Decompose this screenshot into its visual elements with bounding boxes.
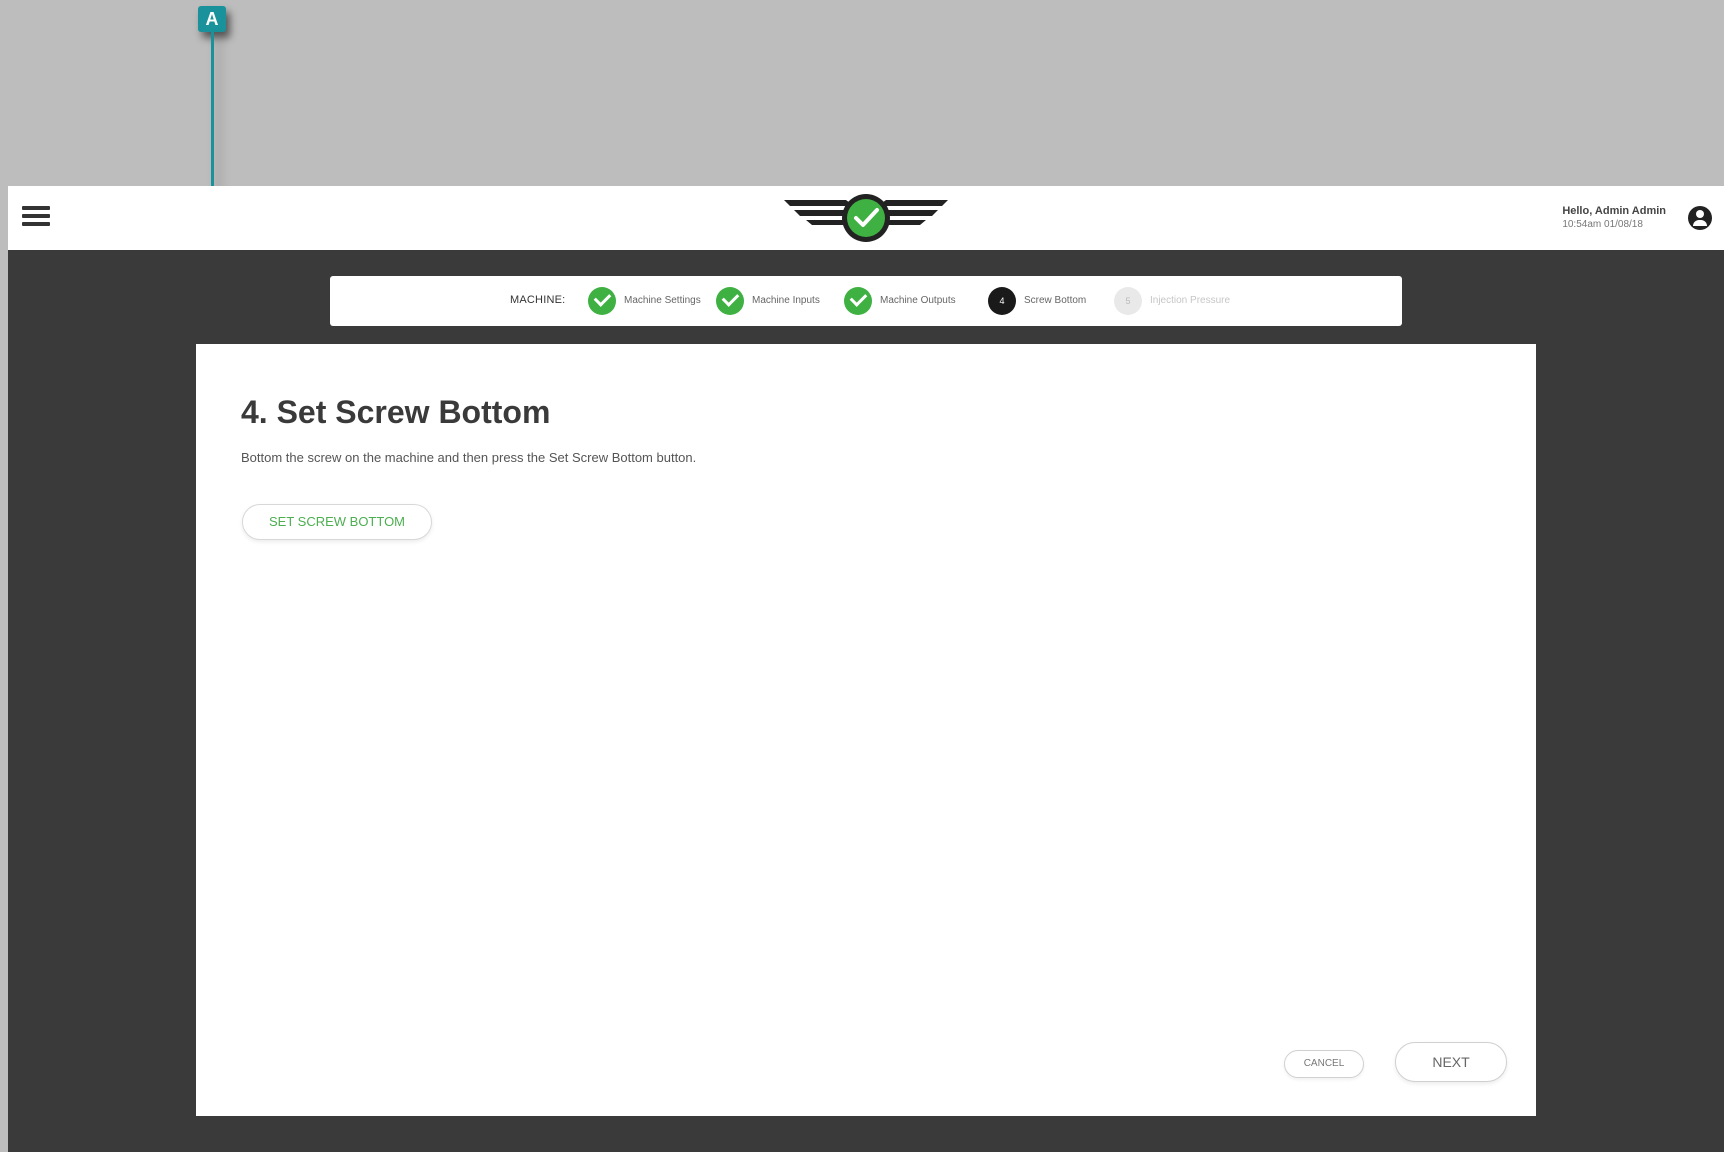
user-info: Hello, Admin Admin 10:54am 01/08/18	[1562, 204, 1666, 231]
app-window: Hello, Admin Admin 10:54am 01/08/18 MACH…	[8, 186, 1724, 1152]
check-icon	[716, 287, 744, 315]
step-label: Machine Outputs	[880, 295, 956, 306]
cancel-button[interactable]: CANCEL	[1284, 1050, 1364, 1078]
page-title: 4. Set Screw Bottom	[241, 394, 551, 430]
next-button[interactable]: NEXT	[1395, 1042, 1507, 1082]
step-label: Machine Settings	[624, 295, 701, 306]
top-bar: Hello, Admin Admin 10:54am 01/08/18	[8, 186, 1724, 250]
set-screw-bottom-button[interactable]: SET SCREW BOTTOM	[242, 504, 432, 540]
user-greeting: Hello, Admin Admin	[1562, 205, 1666, 217]
callout-badge-a: A	[198, 6, 226, 32]
content-card: 4. Set Screw Bottom Bottom the screw on …	[196, 344, 1536, 1116]
instruction-text: Bottom the screw on the machine and then…	[241, 450, 697, 465]
step-label: Machine Inputs	[752, 295, 820, 306]
stepper-machine-label: MACHINE:	[510, 294, 566, 306]
check-icon	[588, 287, 616, 315]
menu-icon[interactable]	[22, 206, 50, 230]
step-label: Injection Pressure	[1150, 295, 1231, 306]
step-number-badge: 5	[1114, 287, 1142, 315]
wizard-stepper: MACHINE: Machine Settings Machine Inputs…	[330, 276, 1402, 326]
step-label: Screw Bottom	[1024, 295, 1087, 306]
step-number-badge: 4	[988, 287, 1016, 315]
user-account-icon[interactable]	[1688, 206, 1712, 230]
check-icon	[844, 287, 872, 315]
user-datetime: 10:54am 01/08/18	[1562, 219, 1643, 230]
logo-wings-check	[784, 194, 948, 242]
